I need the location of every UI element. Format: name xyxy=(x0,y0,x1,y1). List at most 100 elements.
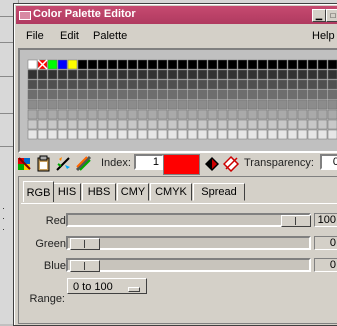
dropper-icon[interactable] xyxy=(204,155,221,172)
palette-cell[interactable] xyxy=(177,79,188,90)
palette-cell[interactable] xyxy=(137,69,148,80)
palette-cell[interactable] xyxy=(327,119,337,130)
palette-cell[interactable] xyxy=(207,99,218,110)
tab-his[interactable]: HIS xyxy=(53,183,81,201)
title-bar[interactable]: Color Palette Editor ▁ □ xyxy=(16,6,337,24)
palette-cell[interactable] xyxy=(287,99,298,110)
palette-cell[interactable] xyxy=(67,89,78,100)
palette-cell[interactable] xyxy=(277,129,288,140)
tab-cmyk[interactable]: CMYK xyxy=(150,183,192,201)
palette-cell[interactable] xyxy=(147,109,158,120)
palette-cell[interactable] xyxy=(97,109,108,120)
palette-cell[interactable] xyxy=(227,89,238,100)
palette-cell[interactable] xyxy=(117,59,128,70)
palette-cell[interactable] xyxy=(87,129,98,140)
palette-cell[interactable] xyxy=(117,89,128,100)
palette-cell[interactable] xyxy=(107,69,118,80)
palette-cell[interactable] xyxy=(247,69,258,80)
tab-spread[interactable]: Spread xyxy=(193,183,245,201)
palette-cell[interactable] xyxy=(237,59,248,70)
palette-cell[interactable] xyxy=(317,99,328,110)
minimize-icon[interactable]: ▁ xyxy=(312,9,326,22)
palette-cell[interactable] xyxy=(87,109,98,120)
palette-cell[interactable] xyxy=(277,69,288,80)
palette-cell[interactable] xyxy=(247,99,258,110)
palette-cell[interactable] xyxy=(247,129,258,140)
palette-cell[interactable] xyxy=(147,59,158,70)
palette-cell[interactable] xyxy=(57,59,68,70)
palette-cell[interactable] xyxy=(317,109,328,120)
palette-tool-icon[interactable] xyxy=(16,155,33,172)
palette-cell[interactable] xyxy=(77,119,88,130)
palette-cell[interactable] xyxy=(247,119,258,130)
blue-slider-thumb[interactable] xyxy=(70,260,100,272)
palette-cell[interactable] xyxy=(47,69,58,80)
palette-cell[interactable] xyxy=(117,109,128,120)
palette-cell[interactable] xyxy=(157,99,168,110)
blue-slider[interactable] xyxy=(66,258,311,272)
palette-cell[interactable] xyxy=(267,119,278,130)
green-value[interactable]: 0 xyxy=(314,236,337,250)
palette-cell[interactable] xyxy=(197,59,208,70)
palette-cell[interactable] xyxy=(27,79,38,90)
palette-cell[interactable] xyxy=(157,59,168,70)
palette-cell[interactable] xyxy=(217,89,228,100)
palette-cell[interactable] xyxy=(327,99,337,110)
palette-cell[interactable] xyxy=(27,69,38,80)
palette-cell[interactable] xyxy=(257,59,268,70)
palette-cell[interactable] xyxy=(197,119,208,130)
palette-cell[interactable] xyxy=(287,119,298,130)
palette-cell[interactable] xyxy=(277,89,288,100)
palette-cell[interactable] xyxy=(237,109,248,120)
palette-cell[interactable] xyxy=(27,99,38,110)
palette-cell[interactable] xyxy=(257,79,268,90)
menu-help[interactable]: Help xyxy=(312,30,335,42)
palette-cell[interactable] xyxy=(197,89,208,100)
palette-cell[interactable] xyxy=(287,89,298,100)
palette-cell[interactable] xyxy=(207,79,218,90)
red-slider[interactable] xyxy=(66,213,311,227)
palette-cell[interactable] xyxy=(27,109,38,120)
palette-cell[interactable] xyxy=(117,99,128,110)
range-dropdown[interactable]: 0 to 100 xyxy=(67,278,147,294)
palette-cell[interactable] xyxy=(217,119,228,130)
palette-cell[interactable] xyxy=(57,119,68,130)
palette-cell[interactable] xyxy=(227,119,238,130)
green-slider[interactable] xyxy=(66,236,311,250)
palette-cell[interactable] xyxy=(117,69,128,80)
gradient-icon[interactable] xyxy=(75,155,92,172)
palette-cell[interactable] xyxy=(97,89,108,100)
palette-cell[interactable] xyxy=(157,79,168,90)
palette-cell[interactable] xyxy=(127,129,138,140)
palette-cell[interactable] xyxy=(237,79,248,90)
palette-cell[interactable] xyxy=(157,129,168,140)
palette-cell[interactable] xyxy=(227,69,238,80)
palette-cell[interactable] xyxy=(27,129,38,140)
menu-edit[interactable]: Edit xyxy=(60,30,79,42)
palette-cell[interactable] xyxy=(167,109,178,120)
palette-cell[interactable] xyxy=(327,59,337,70)
palette-cell[interactable] xyxy=(217,99,228,110)
palette-cell[interactable] xyxy=(87,99,98,110)
palette-cell[interactable] xyxy=(307,119,318,130)
palette-cell[interactable] xyxy=(57,69,68,80)
palette-cell[interactable] xyxy=(167,59,178,70)
index-field[interactable]: 1 xyxy=(134,154,164,170)
palette-cell[interactable] xyxy=(127,109,138,120)
palette-cell[interactable] xyxy=(47,79,58,90)
palette-cell[interactable] xyxy=(27,119,38,130)
palette-cell[interactable] xyxy=(97,99,108,110)
palette-cell[interactable] xyxy=(187,109,198,120)
palette-cell[interactable] xyxy=(107,119,118,130)
palette-cell[interactable] xyxy=(167,69,178,80)
palette-cell[interactable] xyxy=(47,99,58,110)
palette-cell[interactable] xyxy=(267,99,278,110)
palette-cell[interactable] xyxy=(307,99,318,110)
palette-cell[interactable] xyxy=(187,119,198,130)
palette-cell[interactable] xyxy=(177,59,188,70)
palette-cell[interactable] xyxy=(67,69,78,80)
palette-cell[interactable] xyxy=(217,69,228,80)
palette-cell[interactable] xyxy=(247,59,258,70)
palette-cell[interactable] xyxy=(47,89,58,100)
palette-cell[interactable] xyxy=(127,89,138,100)
